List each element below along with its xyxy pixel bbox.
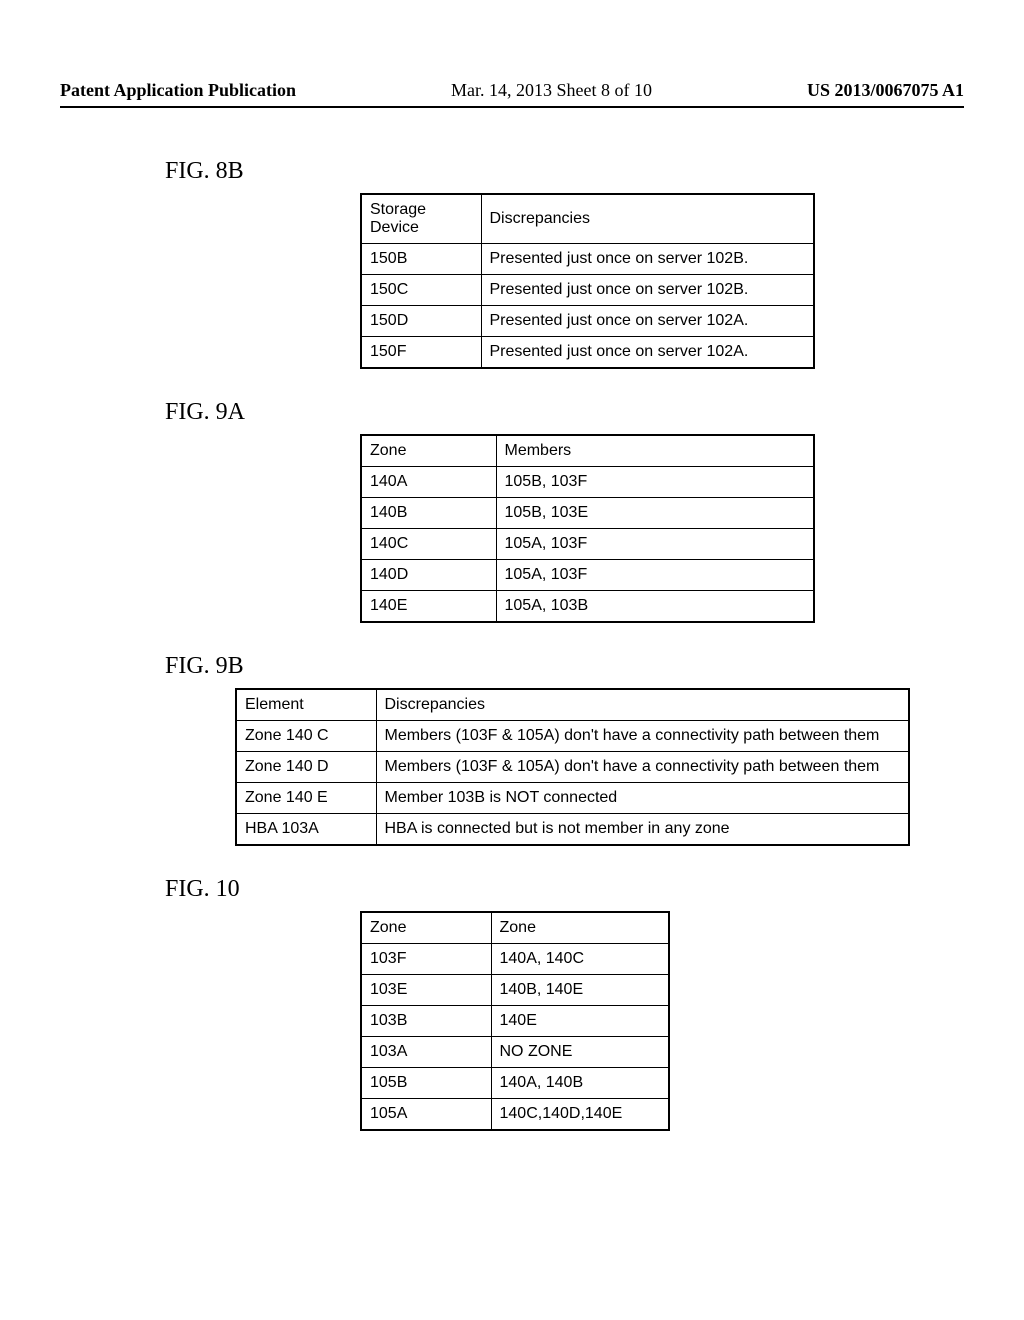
- header-right: US 2013/0067075 A1: [807, 80, 964, 101]
- table-cell: 140A, 140C: [491, 944, 669, 975]
- header-left: Patent Application Publication: [60, 80, 296, 101]
- table-row: Zone 140 D Members (103F & 105A) don't h…: [236, 752, 909, 783]
- table-row: Storage Device Discrepancies: [361, 194, 814, 244]
- figure-10-table: Zone Zone 103F 140A, 140C 103E 140B, 140…: [360, 911, 670, 1131]
- table-cell: 105A, 103F: [496, 529, 814, 560]
- table-row: 103A NO ZONE: [361, 1037, 669, 1068]
- table-cell: HBA 103A: [236, 814, 376, 846]
- table-cell: 140C: [361, 529, 496, 560]
- figure-9b-section: FIG. 9B Element Discrepancies Zone 140 C…: [60, 653, 964, 846]
- table-cell: 103F: [361, 944, 491, 975]
- table-row: Element Discrepancies: [236, 689, 909, 721]
- table-cell: Zone 140 C: [236, 721, 376, 752]
- figure-10-section: FIG. 10 Zone Zone 103F 140A, 140C 103E 1…: [60, 876, 964, 1131]
- table-cell: 140B: [361, 498, 496, 529]
- table-row: Zone 140 E Member 103B is NOT connected: [236, 783, 909, 814]
- table-row: Zone Zone: [361, 912, 669, 944]
- table-row: 140B 105B, 103E: [361, 498, 814, 529]
- table-cell: 150C: [361, 275, 481, 306]
- table-row: 140D 105A, 103F: [361, 560, 814, 591]
- table-cell: Presented just once on server 102A.: [481, 337, 814, 369]
- table-header-cell: Discrepancies: [481, 194, 814, 244]
- table-cell: 140C,140D,140E: [491, 1099, 669, 1131]
- table-cell: 140A, 140B: [491, 1068, 669, 1099]
- table-row: Zone Members: [361, 435, 814, 467]
- table-cell: 105B, 103E: [496, 498, 814, 529]
- table-cell: 140E: [491, 1006, 669, 1037]
- table-row: 105B 140A, 140B: [361, 1068, 669, 1099]
- table-cell: 103E: [361, 975, 491, 1006]
- table-header-cell: Members: [496, 435, 814, 467]
- table-row: 140A 105B, 103F: [361, 467, 814, 498]
- table-cell: 150B: [361, 244, 481, 275]
- figure-9a-label: FIG. 9A: [165, 399, 964, 426]
- table-cell: Zone 140 D: [236, 752, 376, 783]
- table-cell: 105A, 103F: [496, 560, 814, 591]
- table-row: HBA 103A HBA is connected but is not mem…: [236, 814, 909, 846]
- table-row: 105A 140C,140D,140E: [361, 1099, 669, 1131]
- table-row: 103B 140E: [361, 1006, 669, 1037]
- table-header-cell: Zone: [361, 435, 496, 467]
- table-cell: 150D: [361, 306, 481, 337]
- table-row: 150C Presented just once on server 102B.: [361, 275, 814, 306]
- table-cell: Members (103F & 105A) don't have a conne…: [376, 752, 909, 783]
- table-cell: 140A: [361, 467, 496, 498]
- table-row: 150D Presented just once on server 102A.: [361, 306, 814, 337]
- figure-8b-table: Storage Device Discrepancies 150B Presen…: [360, 193, 815, 369]
- table-row: 150B Presented just once on server 102B.: [361, 244, 814, 275]
- table-cell: 150F: [361, 337, 481, 369]
- table-cell: 140B, 140E: [491, 975, 669, 1006]
- table-cell: 105B: [361, 1068, 491, 1099]
- table-row: Zone 140 C Members (103F & 105A) don't h…: [236, 721, 909, 752]
- table-cell: NO ZONE: [491, 1037, 669, 1068]
- table-cell: Members (103F & 105A) don't have a conne…: [376, 721, 909, 752]
- table-header-cell: Discrepancies: [376, 689, 909, 721]
- figure-9b-label: FIG. 9B: [165, 653, 964, 680]
- table-cell: 103B: [361, 1006, 491, 1037]
- table-row: 150F Presented just once on server 102A.: [361, 337, 814, 369]
- table-header-cell: Zone: [361, 912, 491, 944]
- table-cell: 140D: [361, 560, 496, 591]
- table-cell: HBA is connected but is not member in an…: [376, 814, 909, 846]
- figure-9b-table: Element Discrepancies Zone 140 C Members…: [235, 688, 910, 846]
- table-cell: Member 103B is NOT connected: [376, 783, 909, 814]
- table-row: 140E 105A, 103B: [361, 591, 814, 623]
- figure-9a-section: FIG. 9A Zone Members 140A 105B, 103F 140…: [60, 399, 964, 623]
- table-header-cell: Element: [236, 689, 376, 721]
- table-row: 140C 105A, 103F: [361, 529, 814, 560]
- patent-page: Patent Application Publication Mar. 14, …: [0, 0, 1024, 1201]
- page-header: Patent Application Publication Mar. 14, …: [60, 80, 964, 108]
- figure-8b-section: FIG. 8B Storage Device Discrepancies 150…: [60, 158, 964, 369]
- table-cell: 140E: [361, 591, 496, 623]
- table-cell: 105A: [361, 1099, 491, 1131]
- header-center: Mar. 14, 2013 Sheet 8 of 10: [451, 80, 652, 101]
- table-cell: Presented just once on server 102B.: [481, 244, 814, 275]
- table-row: 103E 140B, 140E: [361, 975, 669, 1006]
- table-header-cell: Zone: [491, 912, 669, 944]
- table-cell: 103A: [361, 1037, 491, 1068]
- table-header-cell: Storage Device: [361, 194, 481, 244]
- table-cell: Presented just once on server 102A.: [481, 306, 814, 337]
- table-cell: Zone 140 E: [236, 783, 376, 814]
- figure-8b-label: FIG. 8B: [165, 158, 964, 185]
- table-cell: 105B, 103F: [496, 467, 814, 498]
- table-cell: Presented just once on server 102B.: [481, 275, 814, 306]
- figure-10-label: FIG. 10: [165, 876, 964, 903]
- figure-9a-table: Zone Members 140A 105B, 103F 140B 105B, …: [360, 434, 815, 623]
- table-cell: 105A, 103B: [496, 591, 814, 623]
- table-row: 103F 140A, 140C: [361, 944, 669, 975]
